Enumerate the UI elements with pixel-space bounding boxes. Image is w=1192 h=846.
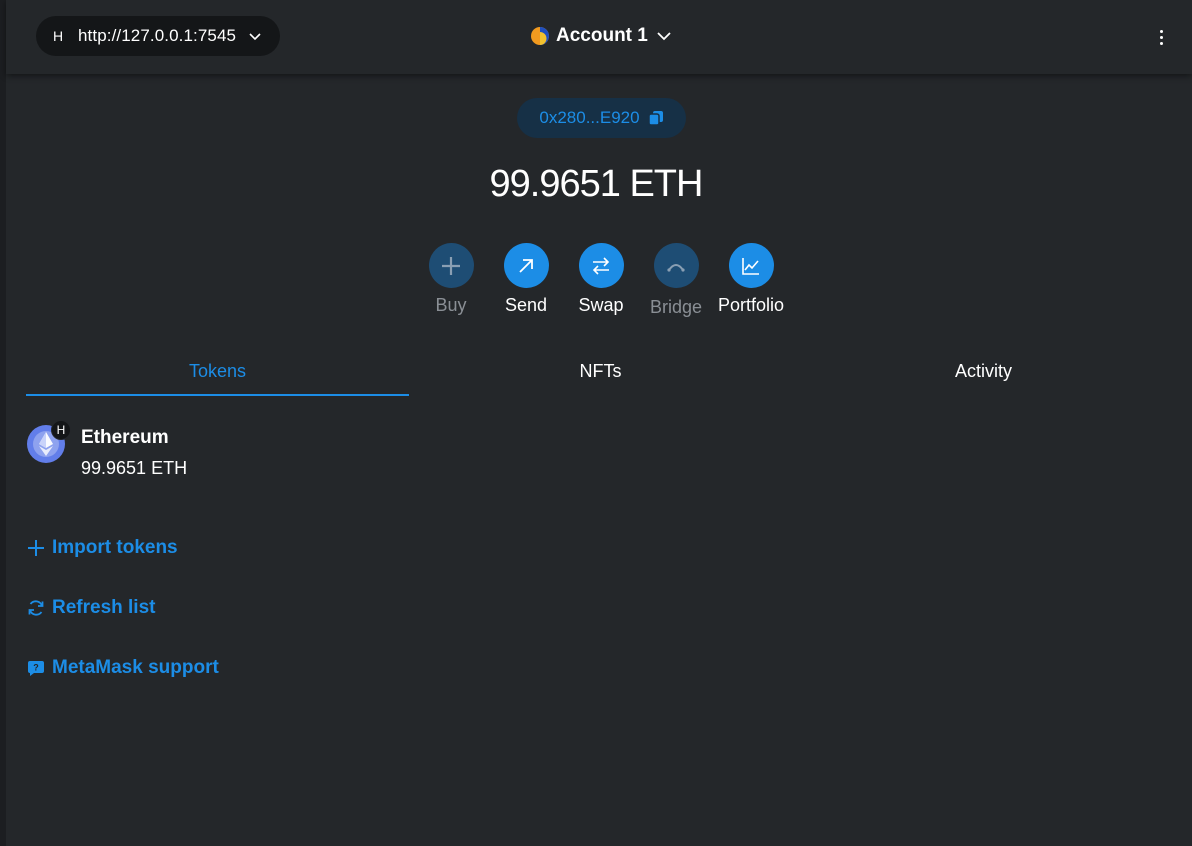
tab-nfts[interactable]: NFTs bbox=[409, 355, 792, 394]
bridge-icon bbox=[667, 263, 685, 272]
swap-arrows-icon bbox=[592, 256, 610, 275]
support-chat-icon: ? bbox=[28, 661, 44, 676]
tab-tokens[interactable]: Tokens bbox=[26, 355, 409, 396]
action-bar: Buy Send Swap Bridge Portfolio bbox=[0, 243, 1192, 323]
tab-activity[interactable]: Activity bbox=[792, 355, 1175, 394]
chevron-down-icon bbox=[657, 32, 671, 41]
import-tokens-link[interactable]: Import tokens bbox=[26, 535, 178, 561]
account-address: 0x280...E920 bbox=[539, 108, 640, 127]
arrow-up-right-icon bbox=[519, 258, 533, 273]
network-picker[interactable]: H http://127.0.0.1:7545 bbox=[36, 16, 280, 56]
refresh-list-link[interactable]: Refresh list bbox=[26, 595, 155, 621]
chart-icon bbox=[742, 257, 759, 275]
token-list-item[interactable]: H Ethereum 99.9651 ETH bbox=[26, 420, 626, 482]
network-badge: H bbox=[52, 28, 64, 44]
account-avatar-icon bbox=[531, 27, 549, 45]
metamask-support-label: MetaMask support bbox=[52, 657, 219, 678]
plus-icon bbox=[28, 540, 44, 556]
chevron-down-icon bbox=[249, 33, 261, 41]
account-picker[interactable]: Account 1 bbox=[530, 22, 672, 50]
import-tokens-label: Import tokens bbox=[52, 537, 178, 558]
app-header: H http://127.0.0.1:7545 Account 1 bbox=[6, 0, 1192, 74]
metamask-support-link[interactable]: ? MetaMask support bbox=[26, 655, 219, 681]
network-badge: H bbox=[51, 420, 71, 440]
more-options-icon[interactable] bbox=[1152, 24, 1170, 50]
asset-tabs: Tokens NFTs Activity bbox=[26, 355, 1175, 396]
window-edge bbox=[0, 0, 6, 846]
portfolio-label: Portfolio bbox=[717, 295, 785, 315]
copy-address-button[interactable]: 0x280...E920 bbox=[517, 98, 686, 138]
refresh-icon bbox=[28, 600, 44, 616]
copy-icon bbox=[647, 111, 663, 126]
account-name: Account 1 bbox=[556, 25, 648, 46]
plus-icon bbox=[442, 256, 460, 275]
token-name: Ethereum bbox=[81, 427, 169, 448]
network-url: http://127.0.0.1:7545 bbox=[78, 26, 237, 45]
svg-text:?: ? bbox=[33, 663, 39, 673]
refresh-list-label: Refresh list bbox=[52, 597, 156, 618]
portfolio-button[interactable]: Portfolio bbox=[706, 243, 796, 316]
account-balance: 99.9651 ETH bbox=[489, 163, 704, 205]
token-balance: 99.9651 ETH bbox=[81, 458, 188, 478]
